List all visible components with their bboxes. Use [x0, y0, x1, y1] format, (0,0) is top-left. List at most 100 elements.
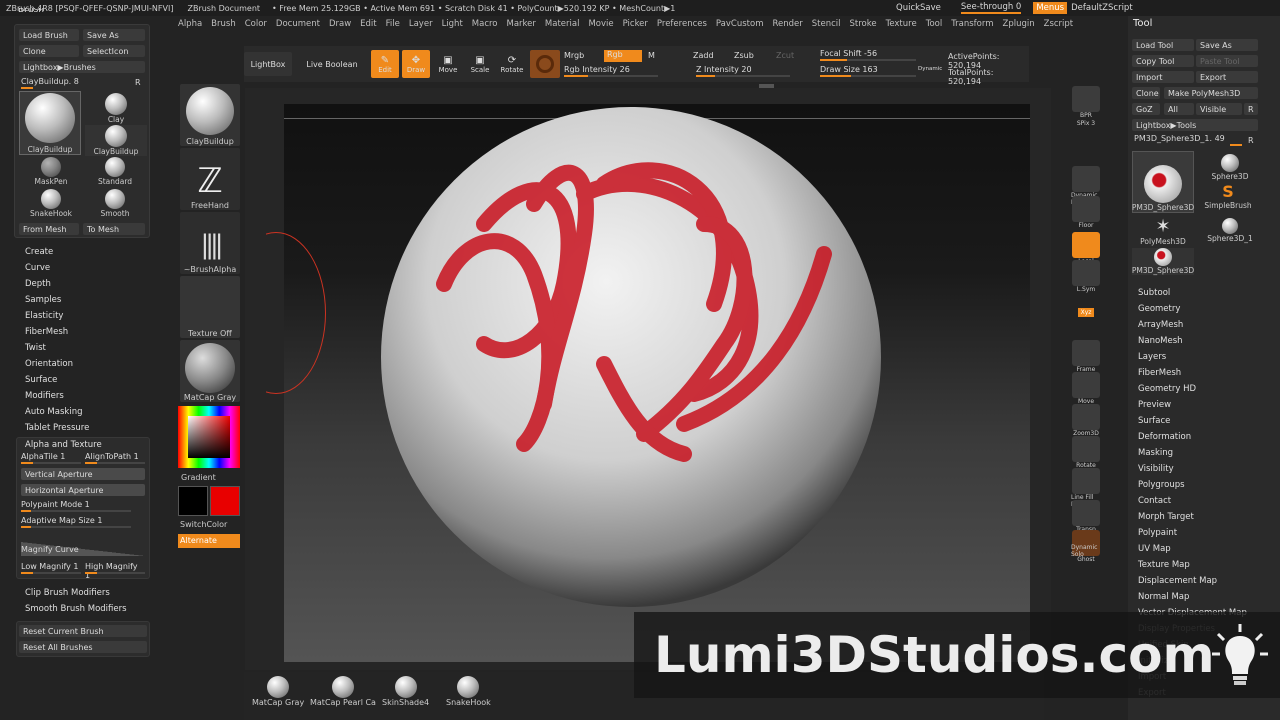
material-skinshade4[interactable]: SkinShade4 [382, 676, 429, 707]
dynamic-toggle[interactable]: Dynamic [918, 66, 942, 72]
right-shelf-bpr[interactable]: BPR [1071, 86, 1101, 119]
tool-menu-uv-map[interactable]: UV Map [1138, 541, 1247, 557]
menu-texture[interactable]: Texture [886, 19, 917, 29]
current-tool-slider[interactable]: PM3D_Sphere3D_1. 49 [1134, 134, 1244, 146]
paste-tool-button[interactable]: Paste Tool [1196, 55, 1258, 67]
tool-thumb-pm3d-sphere-2[interactable]: PM3D_Sphere3D [1132, 248, 1194, 275]
edit-button[interactable]: ✎ Edit [371, 50, 399, 78]
copy-tool-button[interactable]: Copy Tool [1132, 55, 1194, 67]
lightbox-tools-button[interactable]: Lightbox▶Tools [1132, 119, 1258, 131]
draw-button[interactable]: ✥ Draw [402, 50, 430, 78]
goz-button[interactable]: GoZ [1132, 103, 1160, 115]
menu-document[interactable]: Document [276, 19, 320, 29]
lightbox-brushes-button[interactable]: Lightbox▶Brushes [19, 61, 145, 73]
brush-menu-samples[interactable]: Samples [25, 292, 89, 308]
rotate-button[interactable]: ⟳ Rotate [498, 50, 526, 78]
alpha-texture-header[interactable]: Alpha and Texture [25, 440, 102, 450]
menu-edit[interactable]: Edit [360, 19, 376, 29]
brush-menu-create[interactable]: Create [25, 244, 89, 260]
focal-shift-slider[interactable]: Focal Shift -56 [820, 49, 916, 61]
smooth-brush-modifiers-item[interactable]: Smooth Brush Modifiers [25, 601, 127, 617]
color-picker-square[interactable] [188, 416, 230, 458]
menu-file[interactable]: File [386, 19, 400, 29]
alpha-tile-slider[interactable]: AlphaTile 1 [21, 452, 81, 464]
polypaint-mode-slider[interactable]: Polypaint Mode 1 [21, 500, 131, 512]
all-button[interactable]: All [1164, 103, 1194, 115]
strip-stroke-freehand[interactable]: ℤ FreeHand [180, 148, 240, 210]
menu-picker[interactable]: Picker [623, 19, 648, 29]
menu-draw[interactable]: Draw [329, 19, 351, 29]
tool-menu-preview[interactable]: Preview [1138, 397, 1247, 413]
tool-menu-deformation[interactable]: Deformation [1138, 429, 1247, 445]
rgb-button[interactable]: Rgb [604, 50, 642, 62]
brush-menu-auto-masking[interactable]: Auto Masking [25, 404, 89, 420]
z-intensity-slider[interactable]: Z Intensity 20 [696, 65, 790, 77]
see-through-slider[interactable]: See-through 0 [960, 2, 1022, 14]
adaptive-map-size-slider[interactable]: Adaptive Map Size 1 [21, 516, 131, 528]
menu-alpha[interactable]: Alpha [178, 19, 202, 29]
brush-thumb-smooth[interactable]: Smooth [89, 189, 141, 218]
tool-menu-displacement-map[interactable]: Displacement Map [1138, 573, 1247, 589]
menu-stencil[interactable]: Stencil [812, 19, 841, 29]
load-brush-button[interactable]: Load Brush [19, 29, 79, 41]
draw-size-slider[interactable]: Draw Size 163 [820, 65, 916, 77]
secondary-color-swatch[interactable] [210, 486, 240, 516]
tool-menu-polypaint[interactable]: Polypaint [1138, 525, 1247, 541]
high-magnify-slider[interactable]: High Magnify 1 [85, 562, 145, 580]
tool-menu-subtool[interactable]: Subtool [1138, 285, 1247, 301]
move-button[interactable]: ▣ Move [434, 50, 462, 78]
visible-button[interactable]: Visible [1196, 103, 1242, 115]
right-shelf-floor[interactable]: Floor [1071, 196, 1101, 229]
menu-tool[interactable]: Tool [926, 19, 943, 29]
menu-layer[interactable]: Layer [409, 19, 433, 29]
save-as-button[interactable]: Save As [83, 29, 145, 41]
zadd-button[interactable]: Zadd [693, 51, 721, 63]
sphere-model[interactable] [284, 104, 1030, 662]
alternate-button[interactable]: Alternate [178, 534, 240, 548]
current-tool-r-button[interactable]: R [1248, 136, 1254, 145]
menu-material[interactable]: Material [545, 19, 580, 29]
tool-menu-arraymesh[interactable]: ArrayMesh [1138, 317, 1247, 333]
right-shelf-l-sym[interactable]: L.Sym [1071, 260, 1101, 293]
brush-thumb-main[interactable]: ClayBuildup [19, 91, 81, 155]
menu-zscript[interactable]: Zscript [1044, 19, 1074, 29]
menu-color[interactable]: Color [245, 19, 267, 29]
strip-brush-claybuildup[interactable]: ClayBuildup [180, 84, 240, 146]
material-color-swatch[interactable] [530, 50, 560, 78]
tool-menu-geometry-hd[interactable]: Geometry HD [1138, 381, 1247, 397]
tool-title[interactable]: Tool [1133, 18, 1152, 29]
zsub-button[interactable]: Zsub [734, 51, 762, 63]
magnify-curve[interactable]: Magnify Curve [21, 542, 145, 556]
brush-menu-twist[interactable]: Twist [25, 340, 89, 356]
brush-thumb-claybuildup[interactable]: ClayBuildup [85, 125, 147, 156]
load-tool-button[interactable]: Load Tool [1132, 39, 1194, 51]
material-matcap-pearl-ca[interactable]: MatCap Pearl Ca [310, 676, 376, 707]
zcut-button[interactable]: Zcut [776, 51, 804, 63]
material-snakehook[interactable]: SnakeHook [446, 676, 491, 707]
default-zscript-button[interactable]: DefaultZScript [1071, 3, 1133, 13]
menu-movie[interactable]: Movie [588, 19, 613, 29]
brush-header[interactable]: Brush [18, 8, 44, 16]
material-matcap-gray[interactable]: MatCap Gray [252, 676, 304, 707]
tool-menu-fibermesh[interactable]: FiberMesh [1138, 365, 1247, 381]
from-mesh-button[interactable]: From Mesh [19, 223, 79, 235]
tool-thumb-polymesh3d[interactable]: ✶ PolyMesh3D [1134, 216, 1192, 246]
primary-color-swatch[interactable] [178, 486, 208, 516]
tool-menu-contact[interactable]: Contact [1138, 493, 1247, 509]
tool-thumb-simplebrush[interactable]: S SimpleBrush [1198, 182, 1258, 210]
brush-menu-tablet-pressure[interactable]: Tablet Pressure [25, 420, 89, 436]
tool-menu-polygroups[interactable]: Polygroups [1138, 477, 1247, 493]
vertical-aperture-button[interactable]: Vertical Aperture [21, 468, 145, 480]
brush-thumb-snakehook[interactable]: SnakeHook [25, 189, 77, 218]
select-icon-button[interactable]: SelectIcon [83, 45, 145, 57]
menu-transform[interactable]: Transform [951, 19, 993, 29]
canvas-scroll-handle[interactable] [759, 84, 774, 88]
tool-menu-texture-map[interactable]: Texture Map [1138, 557, 1247, 573]
menu-zplugin[interactable]: Zplugin [1003, 19, 1035, 29]
right-shelf-frame[interactable]: Frame [1071, 340, 1101, 373]
brush-thumb-maskpen[interactable]: MaskPen [25, 157, 77, 186]
export-button[interactable]: Export [1196, 71, 1258, 83]
tool-menu-layers[interactable]: Layers [1138, 349, 1247, 365]
menu-brush[interactable]: Brush [211, 19, 236, 29]
tool-menu-visibility[interactable]: Visibility [1138, 461, 1247, 477]
